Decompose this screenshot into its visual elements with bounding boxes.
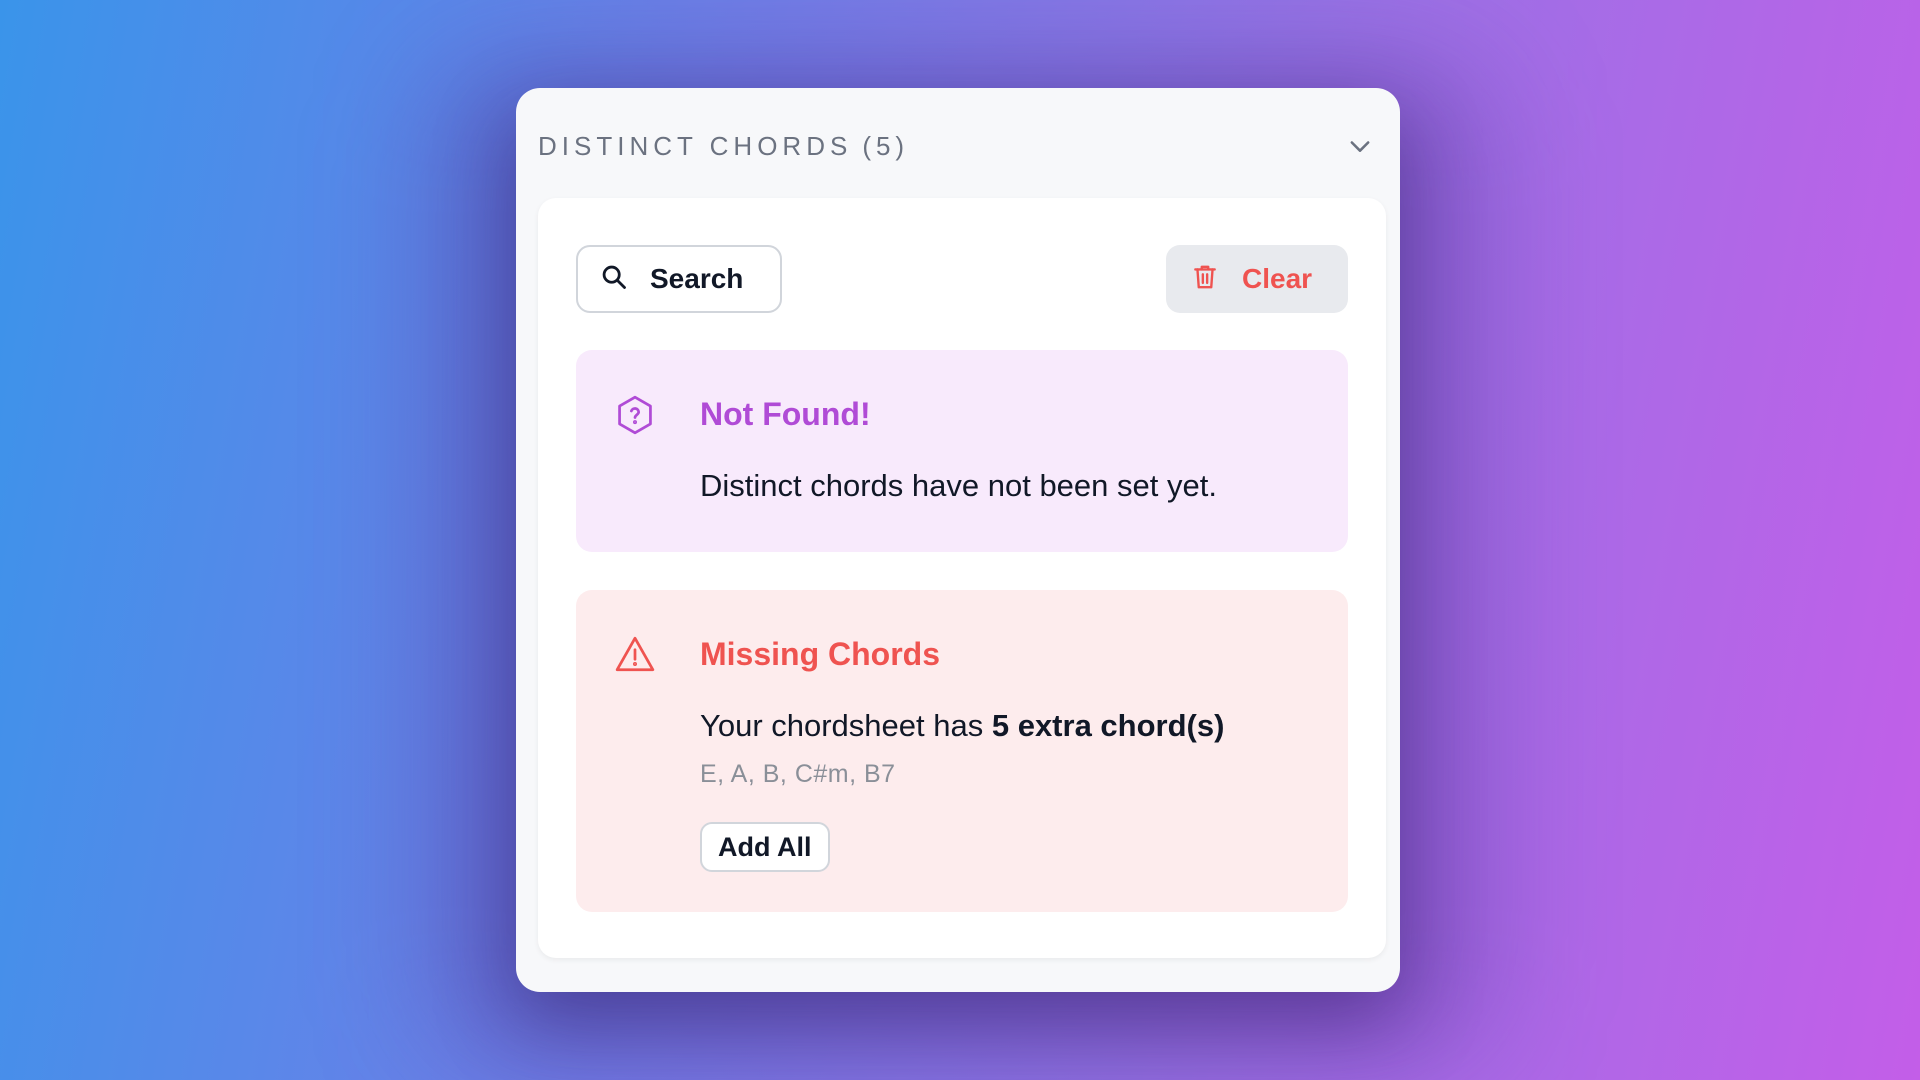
- not-found-message: Distinct chords have not been set yet.: [700, 468, 1217, 503]
- extra-chord-count: 5 extra chord(s): [991, 708, 1225, 743]
- toolbar: Search Clear: [576, 244, 1348, 314]
- question-hexagon-icon: [614, 394, 656, 436]
- missing-chords-message: Your chordsheet has 5 extra chord(s): [700, 708, 1224, 744]
- not-found-title: Not Found!: [700, 396, 871, 432]
- panel-title: DISTINCT CHORDS (5): [538, 131, 909, 162]
- panel-title-text: DISTINCT CHORDS: [538, 130, 853, 161]
- missing-chords-alert: Missing Chords Your chordsheet has 5 ext…: [576, 590, 1348, 912]
- panel-body: Search Clear Not Found! Distinct chords …: [538, 198, 1386, 958]
- not-found-alert: Not Found! Distinct chords have not been…: [576, 350, 1348, 552]
- search-icon: [600, 263, 628, 296]
- warning-triangle-icon: [614, 634, 656, 676]
- missing-chords-message-prefix: Your chordsheet has: [700, 708, 992, 743]
- search-button[interactable]: Search: [576, 245, 782, 313]
- missing-chords-title: Missing Chords: [700, 636, 941, 672]
- chevron-down-icon[interactable]: [1342, 128, 1378, 164]
- distinct-chords-panel: DISTINCT CHORDS (5) Search Clear Not Fou…: [516, 88, 1400, 992]
- trash-icon: [1192, 263, 1218, 296]
- missing-chord-list: E, A, B, C#m, B7: [700, 760, 896, 788]
- add-all-button[interactable]: Add All: [700, 822, 830, 872]
- chord-count: (5): [862, 130, 910, 161]
- clear-button[interactable]: Clear: [1166, 245, 1348, 313]
- clear-button-label: Clear: [1242, 263, 1313, 294]
- search-button-label: Search: [650, 263, 744, 294]
- panel-header[interactable]: DISTINCT CHORDS (5): [538, 116, 1378, 176]
